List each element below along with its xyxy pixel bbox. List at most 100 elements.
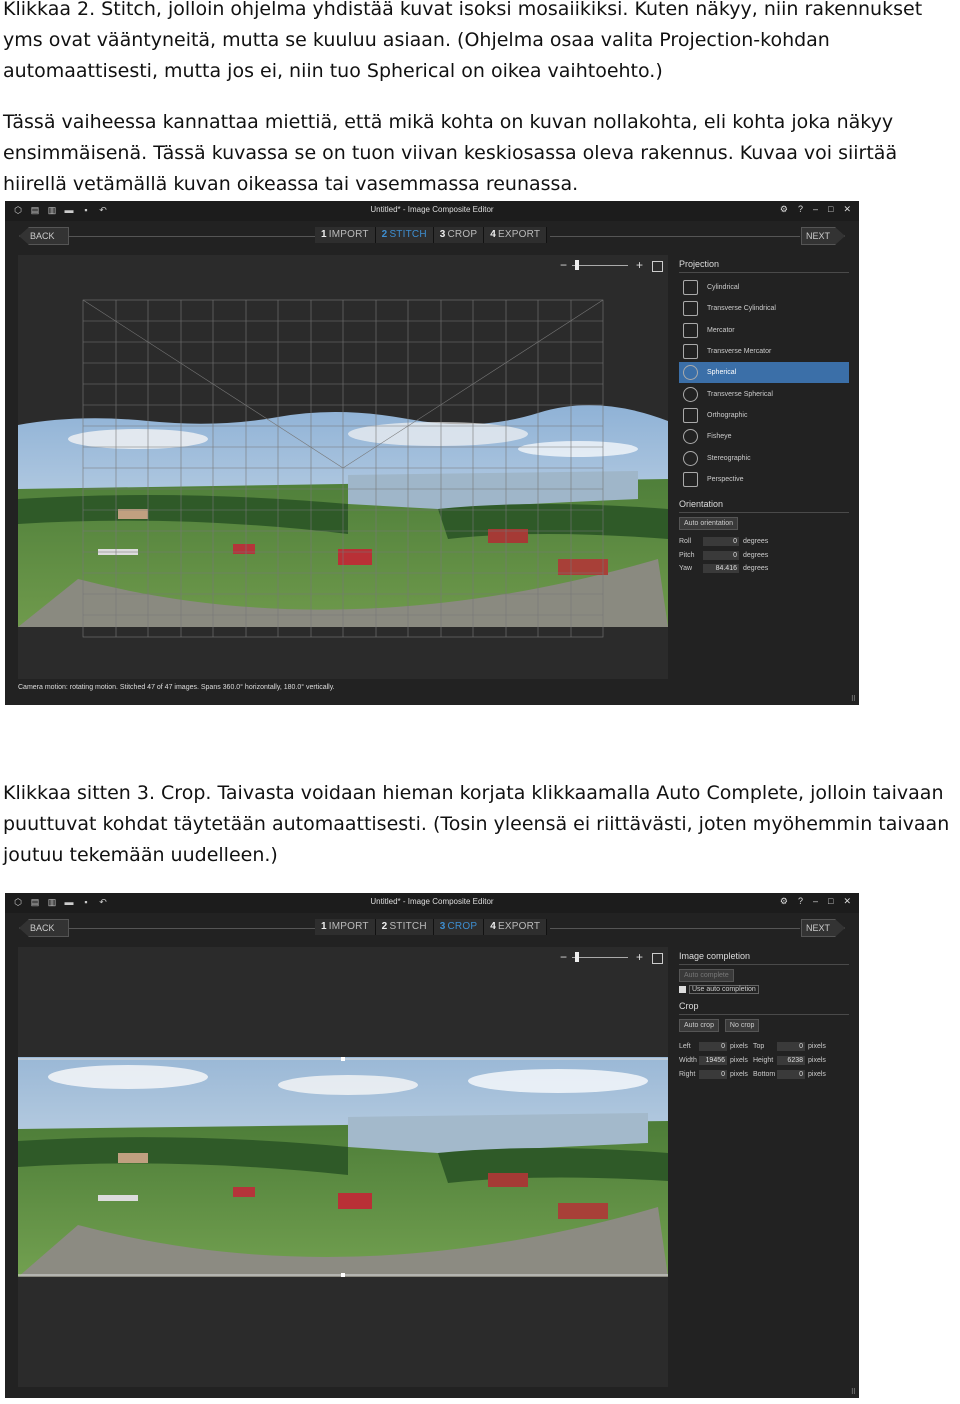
spherical-icon	[683, 365, 698, 381]
fit-to-window-icon[interactable]	[652, 953, 663, 964]
cylindrical-icon	[683, 280, 698, 296]
close-icon[interactable]: ✕	[843, 896, 851, 907]
ice-window-stitch: ⬡ ▤ ▥ ▬ ▪ ↶ Untitled* - Image Composite …	[5, 201, 859, 705]
projection-spherical[interactable]: Spherical	[679, 362, 849, 384]
zoom-control[interactable]: − +	[560, 951, 668, 965]
yaw-row: Yaw 84.416 degrees	[679, 564, 769, 574]
zoom-out-icon[interactable]: −	[560, 951, 567, 963]
transverse-spherical-icon	[683, 386, 698, 402]
panorama-preview[interactable]	[18, 299, 668, 639]
projection-fisheye[interactable]: Fisheye	[679, 426, 849, 447]
minimize-icon[interactable]: –	[813, 204, 818, 215]
crop-right-input[interactable]: 0	[699, 1070, 727, 1080]
crop-width-input[interactable]: 19456	[699, 1056, 727, 1066]
window-title: Untitled* - Image Composite Editor	[370, 205, 494, 214]
zoom-out-icon[interactable]: −	[560, 259, 567, 271]
crop-top-input[interactable]: 0	[777, 1042, 805, 1052]
help-icon[interactable]: ?	[798, 204, 803, 215]
workflow-nav: BACK 1 IMPORT 2 STITCH 3 CROP 4 EXPORT NEXT	[5, 915, 859, 939]
maximize-icon[interactable]: □	[828, 204, 833, 215]
zoom-slider-track[interactable]	[572, 265, 628, 266]
status-text: Camera motion: rotating motion. Stitched…	[18, 684, 335, 691]
panorama-image	[18, 299, 668, 639]
panorama-image	[18, 1057, 668, 1277]
tab-import[interactable]: 1 IMPORT	[315, 919, 376, 935]
zoom-slider-track[interactable]	[572, 957, 628, 958]
projection-transverse-cylindrical[interactable]: Transverse Cylindrical	[679, 298, 849, 319]
projection-perspective[interactable]: Perspective	[679, 469, 849, 490]
maximize-icon[interactable]: □	[828, 896, 833, 907]
projection-cylindrical[interactable]: Cylindrical	[679, 277, 849, 298]
next-button[interactable]: NEXT	[801, 227, 845, 245]
back-button[interactable]: BACK	[19, 227, 69, 245]
settings-icon[interactable]: ⚙	[780, 896, 788, 907]
auto-crop-button[interactable]: Auto crop	[679, 1019, 719, 1033]
next-button[interactable]: NEXT	[801, 919, 845, 937]
projection-panel: Projection Cylindrical Transverse Cylind…	[679, 259, 849, 575]
resize-grip-icon[interactable]: ⠿	[851, 695, 856, 703]
crop-height-input[interactable]: 6238	[777, 1056, 805, 1066]
stereographic-icon	[683, 450, 698, 466]
fit-to-window-icon[interactable]	[652, 261, 663, 272]
window-title: Untitled* - Image Composite Editor	[370, 897, 494, 906]
back-button[interactable]: BACK	[19, 919, 69, 937]
yaw-input[interactable]: 84.416	[703, 564, 739, 574]
zoom-in-icon[interactable]: +	[636, 259, 643, 271]
title-bar: ⬡ ▤ ▥ ▬ ▪ ↶ Untitled* - Image Composite …	[5, 893, 859, 913]
pitch-input[interactable]: 0	[703, 550, 739, 560]
roll-input[interactable]: 0	[703, 537, 739, 547]
auto-complete-button[interactable]: Auto complete	[679, 969, 734, 982]
use-auto-completion-checkbox[interactable]	[679, 986, 686, 993]
orientation-title: Orientation	[679, 499, 849, 513]
tab-stitch[interactable]: 2 STITCH	[375, 227, 434, 243]
instruction-paragraph-crop: Klikkaa sitten 3. Crop. Taivasta voidaan…	[3, 782, 950, 866]
instruction-paragraph-origin: Tässä vaiheessa kannattaa miettiä, että …	[3, 111, 898, 195]
nav-divider	[550, 236, 800, 237]
minimize-icon[interactable]: –	[813, 896, 818, 907]
crop-bottom-input[interactable]: 0	[777, 1070, 805, 1080]
settings-icon[interactable]: ⚙	[780, 204, 788, 215]
nav-divider	[550, 928, 800, 929]
projection-title: Projection	[679, 259, 849, 273]
tab-export[interactable]: 4 EXPORT	[484, 919, 548, 935]
zoom-in-icon[interactable]: +	[636, 951, 643, 963]
nav-divider	[57, 236, 315, 237]
orthographic-icon	[683, 407, 698, 423]
workflow-steps: 1 IMPORT 2 STITCH 3 CROP 4 EXPORT	[315, 227, 548, 243]
resize-grip-icon[interactable]: ⠿	[851, 1388, 856, 1396]
roll-row: Roll 0 degrees	[679, 537, 769, 547]
crop-title: Crop	[679, 1001, 849, 1016]
transverse-cylindrical-icon	[683, 301, 698, 317]
zoom-control[interactable]: − +	[560, 259, 668, 273]
workflow-nav: BACK 1 IMPORT 2 STITCH 3 CROP 4 EXPORT NEXT	[5, 223, 859, 247]
transverse-mercator-icon	[683, 344, 698, 360]
close-icon[interactable]: ✕	[843, 204, 851, 215]
zoom-slider-thumb[interactable]	[575, 952, 579, 962]
projection-stereographic[interactable]: Stereographic	[679, 447, 849, 468]
image-completion-title: Image completion	[679, 951, 849, 965]
help-icon[interactable]: ?	[798, 896, 803, 907]
workflow-steps: 1 IMPORT 2 STITCH 3 CROP 4 EXPORT	[315, 919, 548, 935]
panorama-preview[interactable]	[18, 1057, 668, 1277]
tab-import[interactable]: 1 IMPORT	[315, 227, 376, 243]
projection-transverse-spherical[interactable]: Transverse Spherical	[679, 383, 849, 404]
no-crop-button[interactable]: No crop	[724, 1019, 760, 1033]
use-auto-completion-label: Use auto completion	[689, 985, 759, 995]
projection-orthographic[interactable]: Orthographic	[679, 405, 849, 426]
instruction-paragraph-stitch: Klikkaa 2. Stitch, jolloin ohjelma yhdis…	[3, 0, 923, 82]
nav-divider	[57, 928, 315, 929]
auto-orientation-button[interactable]: Auto orientation	[679, 516, 739, 530]
crop-fields: Left 0 pixels Top 0 pixels Width 19456 p…	[679, 1042, 826, 1080]
perspective-icon	[683, 471, 698, 487]
tab-crop[interactable]: 3 CROP	[433, 919, 485, 935]
zoom-slider-thumb[interactable]	[575, 260, 579, 270]
crop-panel: Image completion Auto complete Use auto …	[679, 951, 849, 1080]
projection-transverse-mercator[interactable]: Transverse Mercator	[679, 341, 849, 362]
projection-mercator[interactable]: Mercator	[679, 320, 849, 341]
crop-left-input[interactable]: 0	[699, 1042, 727, 1052]
tab-export[interactable]: 4 EXPORT	[484, 227, 548, 243]
tab-crop[interactable]: 3 CROP	[433, 227, 485, 243]
tab-stitch[interactable]: 2 STITCH	[375, 919, 434, 935]
fisheye-icon	[683, 429, 698, 445]
use-auto-completion-row: Use auto completion	[679, 985, 849, 995]
